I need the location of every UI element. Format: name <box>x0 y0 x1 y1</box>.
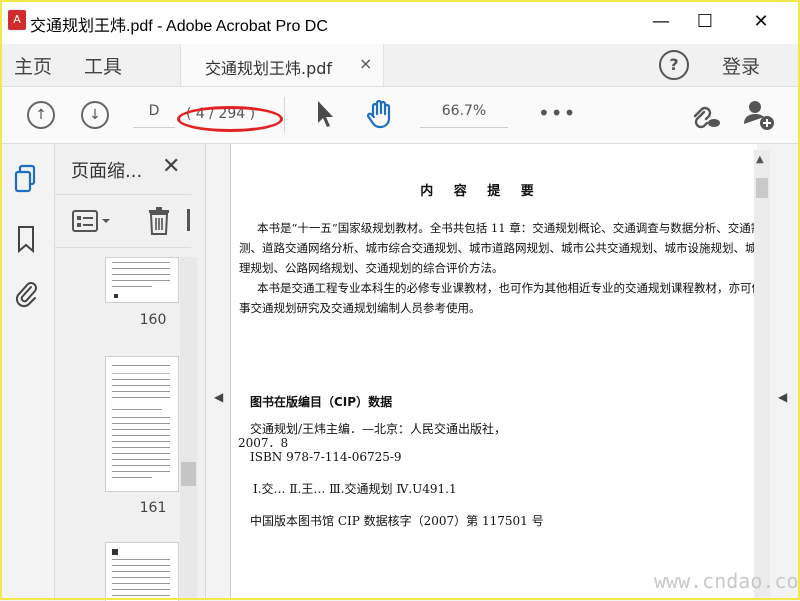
previous-page-icon[interactable]: ↑ <box>27 101 55 129</box>
attachments-icon[interactable] <box>13 278 39 308</box>
cip-line-1: 交通规划/王炜主编．—北京：人民交通出版社， <box>250 422 507 436</box>
cip-line-4: Ⅰ.交… Ⅱ.王… Ⅲ.交通规划 Ⅳ.U491.1 <box>253 482 457 496</box>
paragraph-2-line-1: 本书是交通工程专业本科生的必修专业课教材，也可作为其他相近专业的交通规划课程教材… <box>257 281 757 295</box>
panel-title: 页面缩... <box>71 161 143 182</box>
select-arrow-icon[interactable] <box>314 99 336 129</box>
bookmarks-icon[interactable] <box>13 224 39 254</box>
cip-heading: 图书在版编目（CIP）数据 <box>250 395 393 409</box>
hand-tool-icon[interactable] <box>364 98 396 130</box>
cip-line-5: 中国版本图书馆 CIP 数据核字（2007）第 117501 号 <box>250 514 544 528</box>
add-user-icon[interactable] <box>742 98 776 132</box>
login-button[interactable]: 登录 <box>722 52 760 79</box>
minimize-button[interactable]: — <box>640 8 682 36</box>
share-link-icon[interactable] <box>688 99 722 131</box>
home-tab[interactable]: 主页 <box>14 52 52 79</box>
annotation-ellipse <box>177 106 283 132</box>
zoom-input[interactable]: 66.7% <box>420 103 508 128</box>
cip-line-2: 2007．8 <box>238 436 289 450</box>
maximize-button[interactable]: ☐ <box>684 8 726 36</box>
thumbnail-scrollbar[interactable] <box>180 257 197 600</box>
tools-tab[interactable]: 工具 <box>84 52 122 79</box>
acrobat-app-icon: A <box>8 10 26 30</box>
expand-left-panel-icon[interactable]: ◀ <box>214 390 223 404</box>
expand-right-panel-icon[interactable]: ◀ <box>778 390 787 404</box>
close-tab-icon[interactable]: × <box>359 54 372 73</box>
cip-line-3: ISBN 978-7-114-06725-9 <box>250 450 402 464</box>
panel-toolbar <box>55 194 191 248</box>
thumbnail-scrollbar-thumb[interactable] <box>181 462 196 486</box>
help-icon[interactable]: ? <box>659 50 689 80</box>
thumbnail-page-162[interactable] <box>105 542 179 601</box>
thumbnail-label-161: 161 <box>139 500 167 516</box>
document-scrollbar-thumb[interactable] <box>756 178 768 198</box>
thumbnail-page-160[interactable] <box>105 257 179 303</box>
document-viewer: ◀ 内 容 提 要 本书是“十一五”国家级规划教材。全书共包括 11 章：交通规… <box>206 144 800 600</box>
pdf-page: 内 容 提 要 本书是“十一五”国家级规划教材。全书共包括 11 章：交通规划概… <box>230 144 757 600</box>
toolbar-divider <box>284 97 285 133</box>
document-tab[interactable]: 交通规划王炜.pdf × <box>180 44 384 86</box>
close-panel-icon[interactable]: ✕ <box>162 154 180 179</box>
title-bar: A 交通规划王炜.pdf - Adobe Acrobat Pro DC — ☐ … <box>0 0 800 44</box>
paragraph-1-line-1: 本书是“十一五”国家级规划教材。全书共包括 11 章：交通规划概论、交通调查与数… <box>257 221 757 235</box>
thumbnail-options-icon[interactable] <box>71 208 113 234</box>
page-thumbnails-panel: 页面缩... ✕ 160 161 <box>55 144 206 601</box>
paragraph-2-line-2: 事交通规划研究及交通规划编制人员参考使用。 <box>239 301 481 315</box>
watermark: www.cndao.com <box>654 569 800 593</box>
document-scrollbar[interactable]: ▲ <box>754 150 770 600</box>
thumbnail-label-160: 160 <box>139 312 167 328</box>
thumbnail-page-161[interactable] <box>105 356 179 492</box>
left-navigation-rail <box>0 144 55 600</box>
page-number-input[interactable]: D <box>133 103 175 128</box>
toolbar: ↑ ↓ D ( 4 / 294 ) 66.7% ••• <box>0 87 800 144</box>
document-tab-label: 交通规划王炜.pdf <box>205 59 333 78</box>
paragraph-1-line-3: 理规划、公路网络规划、交通规划的综合评价方法。 <box>239 261 504 275</box>
close-window-button[interactable]: ✕ <box>740 8 782 36</box>
delete-page-icon[interactable] <box>145 206 175 236</box>
scroll-up-icon[interactable]: ▲ <box>756 154 764 165</box>
page-heading: 内 容 提 要 <box>420 184 542 199</box>
window-title: 交通规划王炜.pdf - Adobe Acrobat Pro DC <box>30 18 328 35</box>
panel-tools-overflow-icon[interactable] <box>187 209 190 231</box>
more-tools-icon[interactable]: ••• <box>538 101 576 125</box>
next-page-icon[interactable]: ↓ <box>81 101 109 129</box>
page-thumbnails-icon[interactable] <box>13 164 39 194</box>
paragraph-1-line-2: 测、道路交通网络分析、城市综合交通规划、城市道路网规划、城市公共交通规划、城市设… <box>239 241 757 255</box>
